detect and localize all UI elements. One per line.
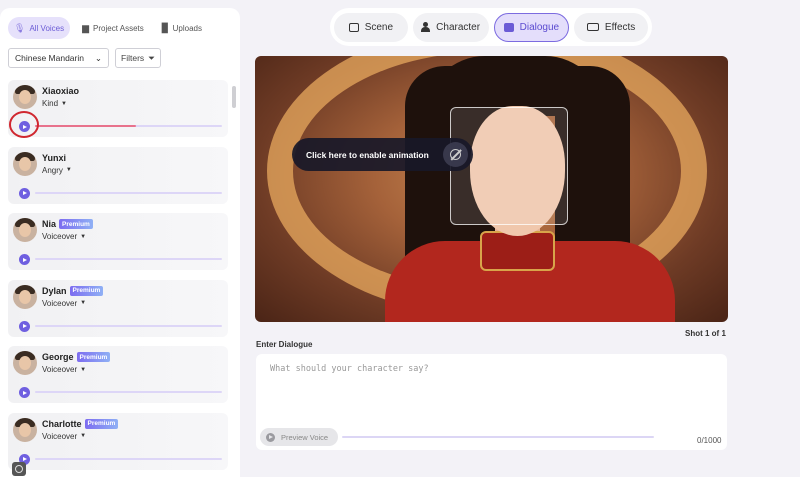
folder-icon: ▆	[82, 22, 90, 33]
voice-panel: 🎙 All Voices ▆ Project Assets ▉ Uploads …	[0, 8, 240, 477]
voice-list: Xiaoxiao Kind ▼ Yunxi Angry ▼ Nia Premium V…	[8, 80, 228, 477]
avatar	[13, 417, 37, 442]
voice-card[interactable]: Dylan Premium Voiceover ▼	[8, 279, 228, 337]
voice-card[interactable]: George Premium Voiceover ▼	[8, 346, 228, 403]
premium-badge: Premium	[76, 352, 111, 362]
microphone-icon: 🎙	[14, 22, 26, 33]
audio-progress[interactable]	[35, 324, 222, 327]
voice-style-dropdown[interactable]: Angry ▼	[42, 166, 72, 175]
audio-progress[interactable]	[35, 125, 222, 127]
voice-name: Nia	[42, 219, 57, 229]
play-button[interactable]	[19, 187, 30, 199]
premium-badge: Premium	[59, 219, 93, 229]
voice-style-dropdown[interactable]: Voiceover ▼	[42, 365, 86, 374]
chevron-down-icon: ▼	[80, 366, 87, 373]
play-button[interactable]	[19, 320, 30, 332]
person-icon	[421, 22, 431, 32]
chevron-down-icon: ▼	[65, 167, 72, 173]
audio-progress[interactable]	[35, 391, 222, 393]
voice-card[interactable]: Charlotte Premium Voiceover ▼	[8, 412, 228, 470]
chevron-down-icon: ⌄	[94, 52, 102, 63]
image-icon	[348, 22, 359, 32]
voice-card[interactable]: Xiaoxiao Kind ▼	[8, 80, 228, 138]
audio-progress[interactable]	[35, 258, 222, 260]
avatar	[13, 151, 37, 176]
tab-uploads[interactable]: ▉ Uploads	[156, 17, 208, 39]
shot-counter: Shot 1 of 1	[685, 329, 726, 338]
chevron-down-icon: ▼	[80, 233, 87, 240]
audio-progress[interactable]	[35, 457, 222, 460]
camera-icon	[586, 23, 599, 31]
preview-voice-button[interactable]: Preview Voice	[260, 428, 338, 446]
tab-scene[interactable]: Scene	[334, 12, 408, 42]
tab-all-voices[interactable]: 🎙 All Voices	[8, 17, 71, 39]
dialogue-label: Enter Dialogue	[256, 340, 313, 349]
dialogue-input[interactable]	[270, 364, 710, 414]
play-icon	[266, 432, 275, 442]
tab-character[interactable]: Character	[412, 12, 489, 42]
file-icon: ▉	[161, 22, 169, 33]
voice-style-dropdown[interactable]: Kind ▼	[42, 99, 67, 108]
annotation-circle	[9, 111, 39, 138]
chevron-down-icon: ▼	[80, 433, 87, 439]
audio-progress[interactable]	[35, 191, 222, 194]
premium-badge: Premium	[84, 418, 119, 429]
tab-dialogue[interactable]: Dialogue	[493, 12, 570, 42]
avatar	[13, 284, 37, 309]
dialogue-audio-progress[interactable]	[342, 436, 654, 438]
voice-list-scrollbar[interactable]	[232, 86, 236, 108]
chevron-down-icon: ▼	[61, 100, 67, 107]
tab-effects[interactable]: Effects	[574, 12, 648, 42]
voice-source-tabs: 🎙 All Voices ▆ Project Assets ▉ Uploads	[8, 17, 208, 39]
tab-project-assets[interactable]: ▆ Project Assets	[76, 17, 150, 39]
language-select[interactable]: Chinese Mandarin ⌄	[8, 48, 109, 68]
voice-style-dropdown[interactable]: Voiceover ▼	[42, 232, 86, 241]
funnel-icon: ⏷	[148, 52, 155, 63]
audio-progress-fill	[35, 125, 136, 127]
animation-off-icon[interactable]	[443, 142, 468, 167]
voice-name: George	[42, 352, 74, 362]
voice-card[interactable]: Nia Premium Voiceover ▼	[8, 213, 228, 270]
chat-icon	[503, 22, 514, 32]
play-button[interactable]	[19, 387, 30, 398]
avatar	[13, 85, 37, 109]
voice-card[interactable]: Yunxi Angry ▼	[8, 146, 228, 204]
avatar	[13, 218, 37, 242]
voice-name: Charlotte	[42, 418, 82, 429]
voice-name: Yunxi	[42, 152, 67, 163]
filters-row: Chinese Mandarin ⌄ Filters ⏷	[8, 48, 161, 68]
character-count: 0/1000	[697, 436, 722, 445]
voice-name: Dylan	[42, 285, 67, 296]
editor-tabs: Scene Character Dialogue Effects	[330, 8, 652, 46]
character-preview: Click here to enable animation	[255, 56, 728, 322]
voice-style-dropdown[interactable]: Voiceover ▼	[42, 432, 86, 441]
avatar	[13, 351, 37, 375]
premium-badge: Premium	[69, 285, 104, 296]
support-chat-icon[interactable]	[12, 462, 26, 476]
dialogue-box: Preview Voice 0/1000	[256, 354, 727, 450]
filters-button[interactable]: Filters ⏷	[115, 48, 161, 68]
play-button[interactable]	[19, 254, 30, 265]
voice-style-dropdown[interactable]: Voiceover ▼	[42, 299, 86, 308]
voice-name: Xiaoxiao	[42, 86, 80, 96]
chevron-down-icon: ▼	[80, 300, 87, 306]
